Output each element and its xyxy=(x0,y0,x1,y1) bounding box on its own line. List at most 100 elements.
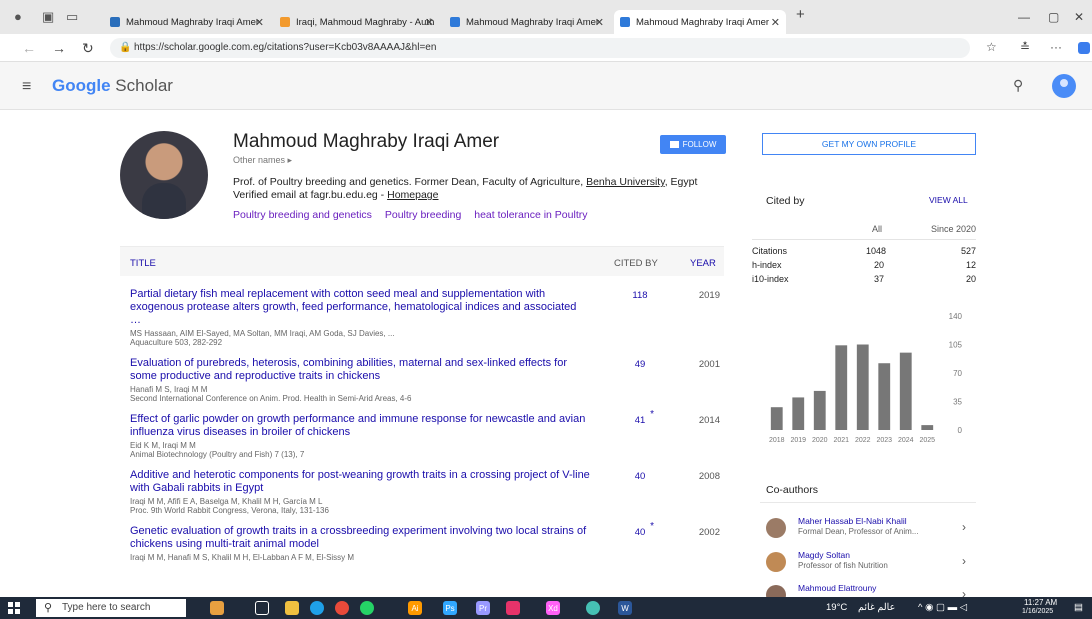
tab-actions-icon[interactable]: ▭ xyxy=(66,9,78,25)
bar-2018[interactable] xyxy=(770,407,783,430)
scholar-header: ≡ Google Scholar ⚲ xyxy=(0,62,1092,110)
cited-by-count[interactable]: 49 xyxy=(620,359,660,370)
coauthor-name: Maher Hassab El-Nabi Khalil xyxy=(798,516,907,526)
clock-time[interactable]: 11:27 AM xyxy=(1024,598,1057,607)
favorites-icon[interactable]: ≛ xyxy=(1020,40,1030,54)
tab-2[interactable]: Iraqi, Mahmoud Maghraby - Auth ✕ xyxy=(274,10,440,34)
windows-start-icon[interactable] xyxy=(8,602,20,614)
weather-temp[interactable]: 19°C xyxy=(826,602,847,613)
get-my-own-profile-button[interactable]: GET MY OWN PROFILE xyxy=(762,133,976,155)
divider xyxy=(760,502,976,503)
homepage-link[interactable]: Homepage xyxy=(387,189,438,201)
stats-label[interactable]: h-index xyxy=(752,260,782,270)
stats-label[interactable]: i10-index xyxy=(752,274,789,284)
word-icon[interactable]: W xyxy=(618,601,632,615)
bar-2025[interactable] xyxy=(921,425,934,430)
illustrator-icon[interactable]: Ai xyxy=(408,601,422,615)
bar-2019[interactable] xyxy=(792,397,805,430)
cited-by-count[interactable]: 40 xyxy=(620,471,660,482)
close-icon[interactable]: ✕ xyxy=(771,16,780,29)
article-authors: Hanafi M S, Iraqi M M xyxy=(130,385,208,394)
x-tick-label: 2019 xyxy=(790,437,806,444)
taskbar-search-input[interactable]: ⚲ Type here to search xyxy=(36,599,186,617)
browser-tab-bar: ● ▣ ▭ Mahmoud Maghraby Iraqi Amer ✕ Iraq… xyxy=(0,0,1092,34)
x-tick-label: 2021 xyxy=(833,437,849,444)
tag-link[interactable]: Poultry breeding and genetics xyxy=(233,209,372,221)
clock-date[interactable]: 1/16/2025 xyxy=(1022,608,1053,615)
stats-since: 527 xyxy=(960,246,976,256)
cited-by-count[interactable]: 41 * xyxy=(620,409,660,426)
new-tab-icon[interactable]: + xyxy=(796,6,805,23)
stats-label[interactable]: Citations xyxy=(752,246,787,256)
close-icon[interactable]: ✕ xyxy=(255,16,264,29)
photoshop-icon[interactable]: Ps xyxy=(443,601,457,615)
close-icon[interactable]: ✕ xyxy=(595,16,604,29)
more-icon[interactable]: ··· xyxy=(1050,40,1062,54)
year-column-header[interactable]: YEAR xyxy=(690,258,716,269)
system-tray-icons[interactable]: ^ ◉ ▢ ▬ ◁ xyxy=(918,602,967,613)
premiere-icon[interactable]: Pr xyxy=(476,601,490,615)
follow-button[interactable]: FOLLOW xyxy=(660,135,726,154)
google-scholar-logo[interactable]: Google Scholar xyxy=(52,76,173,96)
tab-1[interactable]: Mahmoud Maghraby Iraqi Amer ✕ xyxy=(104,10,270,34)
tab-4-active[interactable]: Mahmoud Maghraby Iraqi Amer ✕ xyxy=(614,10,786,34)
close-window-icon[interactable]: ✕ xyxy=(1074,10,1084,24)
tag-link[interactable]: heat tolerance in Poultry xyxy=(474,209,587,221)
article-title-link[interactable]: Evaluation of purebreds, heterosis, comb… xyxy=(130,357,590,383)
other-names-link[interactable]: Other names ▸ xyxy=(233,155,292,166)
cited-by-count[interactable]: 118 xyxy=(620,290,660,301)
workspaces-icon[interactable]: ▣ xyxy=(42,9,54,25)
cited-by-column-header[interactable]: CITED BY xyxy=(614,258,658,269)
cited-by-count[interactable]: 40 * xyxy=(620,521,660,538)
task-view-icon[interactable] xyxy=(255,601,269,615)
profile-icon[interactable]: ● xyxy=(14,9,22,24)
back-icon[interactable]: ← xyxy=(22,40,36,56)
file-explorer-icon[interactable] xyxy=(285,601,299,615)
url-text: https://scholar.google.com.eg/citations?… xyxy=(134,42,437,53)
menu-icon[interactable]: ≡ xyxy=(22,78,31,96)
article-title-link[interactable]: Genetic evaluation of growth traits in a… xyxy=(130,525,590,551)
account-avatar[interactable] xyxy=(1052,74,1076,98)
article-title-link[interactable]: Partial dietary fish meal replacement wi… xyxy=(130,288,590,327)
affiliation-link[interactable]: Benha University xyxy=(586,176,665,188)
site-favicon-icon xyxy=(110,17,120,27)
table-row: Effect of garlic powder on growth perfor… xyxy=(130,409,724,459)
article-year: 2002 xyxy=(698,527,720,538)
bar-2023[interactable] xyxy=(878,363,891,430)
cited-by-heading: Cited by xyxy=(766,195,805,207)
bar-2022[interactable] xyxy=(856,344,869,431)
url-field[interactable]: 🔒 https://scholar.google.com.eg/citation… xyxy=(110,38,970,58)
tab-3[interactable]: Mahmoud Maghraby Iraqi Amer ✕ xyxy=(444,10,610,34)
article-title-link[interactable]: Additive and heterotic components for po… xyxy=(130,469,590,495)
notifications-icon[interactable]: ▤ xyxy=(1074,602,1083,613)
search-icon[interactable]: ⚲ xyxy=(1013,77,1023,94)
article-title-link[interactable]: Effect of garlic powder on growth perfor… xyxy=(130,413,590,439)
coauthor-item[interactable]: Maher Hassab El-Nabi Khalil Formal Dean,… xyxy=(766,516,976,546)
refresh-icon[interactable]: ↻ xyxy=(82,40,94,57)
coauthor-item[interactable]: Magdy Soltan Professor of fish Nutrition… xyxy=(766,550,976,580)
forward-icon[interactable]: → xyxy=(52,40,66,56)
bar-2021[interactable] xyxy=(835,345,848,430)
minimize-icon[interactable]: — xyxy=(1018,10,1030,24)
title-column-header[interactable]: TITLE xyxy=(130,258,156,269)
view-all-link[interactable]: VIEW ALL xyxy=(929,195,968,205)
app-icon[interactable] xyxy=(506,601,520,615)
tab-title: Iraqi, Mahmoud Maghraby - Auth xyxy=(296,16,435,28)
y-tick-label: 140 xyxy=(949,312,963,321)
weather-text[interactable]: عالم غائم xyxy=(858,602,895,613)
close-icon[interactable]: ✕ xyxy=(425,16,434,29)
edge-icon[interactable] xyxy=(310,601,324,615)
bar-2020[interactable] xyxy=(813,390,826,430)
article-year: 2019 xyxy=(698,290,720,301)
copilot-icon[interactable] xyxy=(1078,42,1090,54)
app-icon[interactable] xyxy=(586,601,600,615)
chrome-icon[interactable] xyxy=(335,601,349,615)
xd-icon[interactable]: Xd xyxy=(546,601,560,615)
bar-2024[interactable] xyxy=(899,352,912,430)
favorite-star-icon[interactable]: ☆ xyxy=(986,40,997,54)
whatsapp-icon[interactable] xyxy=(360,601,374,615)
site-favicon-icon xyxy=(620,17,630,27)
news-widget-icon[interactable] xyxy=(210,601,224,615)
maximize-icon[interactable]: ▢ xyxy=(1048,10,1059,24)
tag-link[interactable]: Poultry breeding xyxy=(385,209,461,221)
